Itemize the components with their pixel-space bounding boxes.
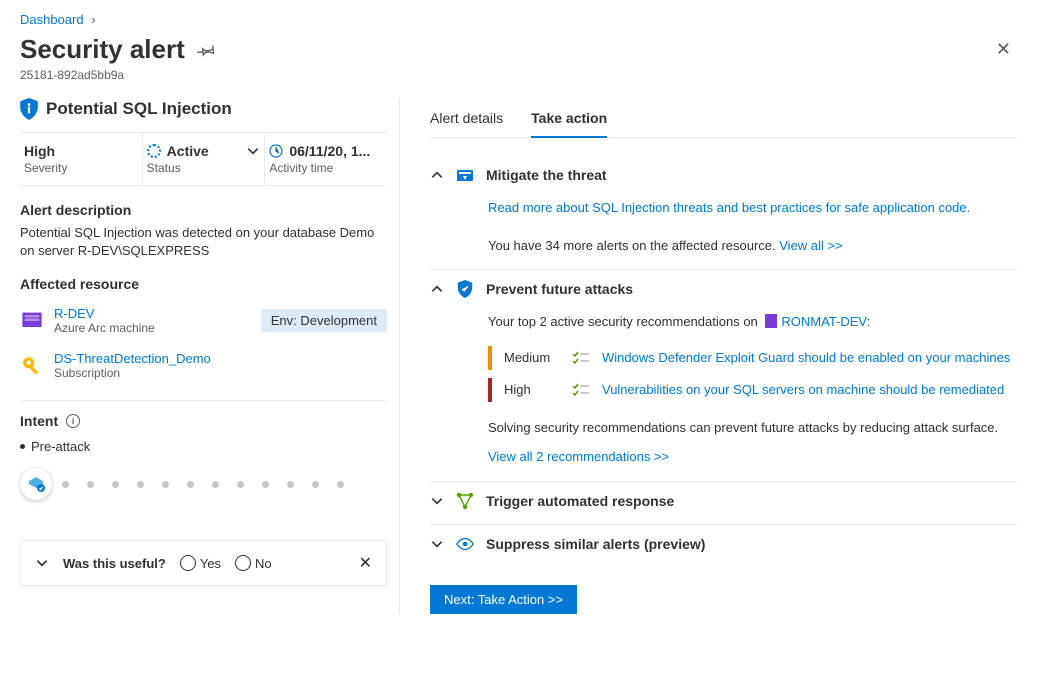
key-icon [20, 354, 44, 378]
section-suppress: Suppress similar alerts (preview) [430, 525, 1017, 567]
status-spinner-icon [147, 144, 161, 158]
intent-heading: Intent [20, 413, 58, 429]
close-button[interactable]: ✕ [990, 33, 1017, 66]
recommendation-row: Medium Windows Defender Exploit Guard sh… [488, 346, 1017, 370]
section-mitigate: Mitigate the threat Read more about SQL … [430, 156, 1017, 270]
prevent-resource-link[interactable]: RONMAT-DEV [781, 314, 866, 329]
info-icon[interactable]: i [66, 414, 80, 428]
vm-icon [765, 314, 777, 328]
mitigate-icon [456, 166, 474, 184]
automation-icon [456, 492, 474, 510]
vm-icon [20, 309, 44, 333]
section-prevent: Prevent future attacks Your top 2 active… [430, 270, 1017, 482]
pin-icon[interactable] [197, 41, 215, 59]
recommendation-link[interactable]: Vulnerabilities on your SQL servers on m… [602, 380, 1004, 400]
env-badge: Env: Development [261, 309, 387, 332]
alert-title: Potential SQL Injection [46, 99, 232, 119]
mitigate-learn-link[interactable]: Read more about SQL Injection threats an… [488, 200, 970, 215]
stat-time: 06/11/20, 1... Activity time [265, 133, 387, 185]
page-subtitle: 25181-892ad5bb9a [20, 68, 1017, 82]
feedback-yes[interactable]: Yes [180, 555, 221, 571]
checklist-icon [572, 351, 590, 365]
stat-severity: High Severity [20, 133, 143, 185]
shield-icon [456, 280, 474, 298]
checklist-icon [572, 383, 590, 397]
description-heading: Alert description [20, 202, 387, 218]
description-text: Potential SQL Injection was detected on … [20, 224, 387, 260]
affected-heading: Affected resource [20, 276, 387, 292]
breadcrumb-dashboard[interactable]: Dashboard [20, 12, 84, 27]
resource-item-subscription: DS-ThreatDetection_Demo Subscription [20, 343, 387, 388]
page-title: Security alert [20, 34, 185, 65]
section-trigger: Trigger automated response [430, 482, 1017, 525]
severity-bar-medium [488, 346, 492, 370]
shield-info-icon [20, 98, 38, 120]
feedback-close[interactable]: ✕ [359, 553, 372, 573]
chevron-down-icon [430, 537, 444, 551]
tab-take-action[interactable]: Take action [531, 104, 607, 138]
recommendation-link[interactable]: Windows Defender Exploit Guard should be… [602, 348, 1010, 368]
chevron-up-icon [430, 168, 444, 182]
feedback-question: Was this useful? [63, 556, 166, 571]
view-all-recs-link[interactable]: View all 2 recommendations >> [488, 449, 669, 464]
breadcrumb-separator: › [91, 12, 95, 27]
chevron-down-icon[interactable] [35, 556, 49, 570]
intent-timeline [20, 468, 387, 500]
eye-icon [456, 535, 474, 553]
severity-bar-high [488, 378, 492, 402]
timeline-start-icon [20, 468, 52, 500]
more-alerts-text: You have 34 more alerts on the affected … [488, 238, 779, 253]
stat-status[interactable]: Active Status [143, 133, 266, 185]
intent-stage: Pre-attack [20, 439, 387, 454]
chevron-up-icon [430, 282, 444, 296]
feedback-no[interactable]: No [235, 555, 272, 571]
clock-icon [269, 144, 283, 158]
next-take-action-button[interactable]: Next: Take Action >> [430, 585, 577, 614]
recommendation-row: High Vulnerabilities on your SQL servers… [488, 378, 1017, 402]
chevron-down-icon [246, 144, 260, 158]
resource-item-machine: R-DEV Azure Arc machine Env: Development [20, 298, 387, 343]
feedback-panel: Was this useful? Yes No ✕ [20, 540, 387, 586]
view-all-alerts-link[interactable]: View all >> [779, 238, 842, 253]
tab-alert-details[interactable]: Alert details [430, 104, 503, 137]
chevron-down-icon [430, 494, 444, 508]
prevent-footer: Solving security recommendations can pre… [488, 418, 1017, 438]
resource-link-subscription[interactable]: DS-ThreatDetection_Demo [54, 351, 387, 366]
resource-link-rdev[interactable]: R-DEV [54, 306, 251, 321]
breadcrumb: Dashboard › [20, 12, 1017, 27]
